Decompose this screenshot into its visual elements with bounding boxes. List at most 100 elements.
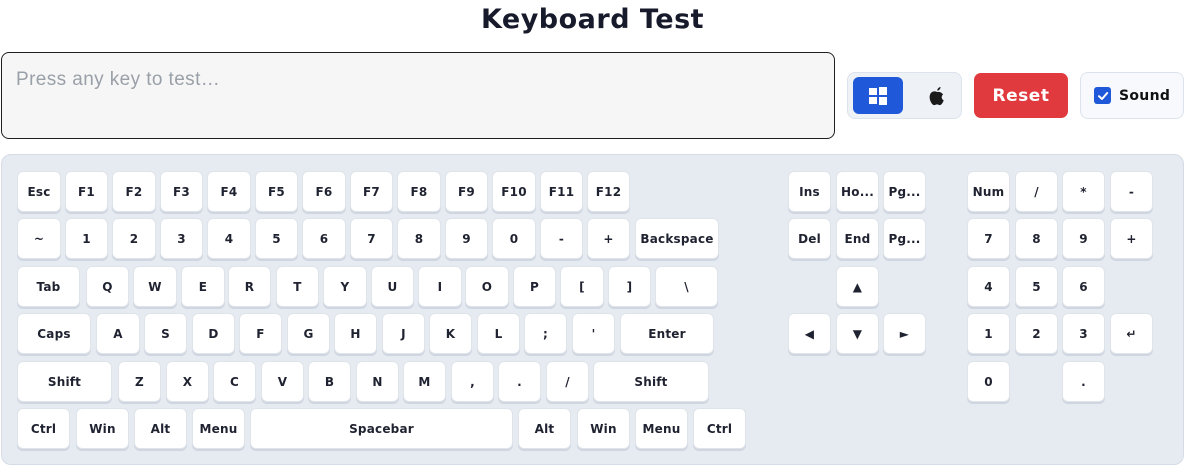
key-v[interactable]: V [261,361,304,402]
key-f8[interactable]: F8 [397,171,441,212]
numpad-key-0[interactable]: 0 [967,361,1010,402]
key-6[interactable]: 6 [302,218,346,259]
key-u[interactable]: U [371,266,414,307]
key-shift[interactable]: Shift [593,361,709,402]
key-w[interactable]: W [133,266,177,307]
key-symbol[interactable]: - [540,218,583,259]
numpad-key-3[interactable]: 3 [1062,313,1105,354]
key-0[interactable]: 0 [492,218,536,259]
key-k[interactable]: K [429,313,472,354]
nav-key-symbol[interactable]: ► [883,313,926,354]
key-j[interactable]: J [382,313,425,354]
key-i[interactable]: I [418,266,462,307]
key-s[interactable]: S [144,313,187,354]
key-m[interactable]: M [403,361,446,402]
numpad-key-symbol[interactable]: / [1015,171,1058,212]
key-e[interactable]: E [181,266,225,307]
numpad-key-symbol[interactable]: ↵ [1110,313,1153,354]
key-3[interactable]: 3 [160,218,203,259]
key-alt[interactable]: Alt [134,408,187,449]
key-a[interactable]: A [96,313,140,354]
key-symbol[interactable]: ; [524,313,567,354]
key-c[interactable]: C [213,361,256,402]
numpad-key-symbol[interactable]: - [1110,171,1153,212]
key-enter[interactable]: Enter [620,313,714,354]
key-symbol[interactable]: [ [560,266,604,307]
key-f6[interactable]: F6 [302,171,346,212]
key-x[interactable]: X [166,361,209,402]
key-win[interactable]: Win [76,408,129,449]
key-menu[interactable]: Menu [192,408,245,449]
key-symbol[interactable]: . [498,361,541,402]
numpad-key-6[interactable]: 6 [1062,266,1105,307]
key-f7[interactable]: F7 [350,171,393,212]
key-8[interactable]: 8 [397,218,441,259]
nav-key-del[interactable]: Del [788,218,831,259]
key-menu[interactable]: Menu [635,408,688,449]
key-ctrl[interactable]: Ctrl [17,408,70,449]
key-backspace[interactable]: Backspace [635,218,719,259]
reset-button[interactable]: Reset [974,73,1068,118]
sound-checkbox[interactable] [1094,87,1111,104]
key-5[interactable]: 5 [255,218,298,259]
key-win[interactable]: Win [577,408,630,449]
key-f[interactable]: F [239,313,282,354]
nav-key-pg[interactable]: Pg... [883,218,926,259]
nav-key-ho[interactable]: Ho... [836,171,879,212]
numpad-key-2[interactable]: 2 [1015,313,1058,354]
numpad-key-symbol[interactable]: + [1110,218,1153,259]
mac-os-button[interactable] [912,77,962,114]
numpad-key-1[interactable]: 1 [967,313,1010,354]
key-q[interactable]: Q [86,266,129,307]
key-7[interactable]: 7 [350,218,393,259]
key-z[interactable]: Z [118,361,161,402]
key-p[interactable]: P [513,266,556,307]
key-f1[interactable]: F1 [65,171,108,212]
key-b[interactable]: B [308,361,351,402]
windows-os-button[interactable] [853,77,903,114]
key-symbol[interactable]: ] [608,266,651,307]
key-f9[interactable]: F9 [445,171,488,212]
nav-key-symbol[interactable]: ▼ [836,313,879,354]
numpad-key-5[interactable]: 5 [1015,266,1058,307]
key-f10[interactable]: F10 [492,171,536,212]
key-o[interactable]: O [465,266,509,307]
key-esc[interactable]: Esc [17,171,61,212]
key-h[interactable]: H [334,313,377,354]
key-l[interactable]: L [477,313,520,354]
key-ctrl[interactable]: Ctrl [693,408,746,449]
key-f12[interactable]: F12 [587,171,630,212]
key-alt[interactable]: Alt [518,408,571,449]
key-f11[interactable]: F11 [540,171,583,212]
key-symbol[interactable]: / [546,361,589,402]
key-spacebar[interactable]: Spacebar [250,408,513,449]
key-r[interactable]: R [228,266,271,307]
key-1[interactable]: 1 [65,218,108,259]
numpad-key-7[interactable]: 7 [967,218,1010,259]
key-9[interactable]: 9 [445,218,488,259]
key-2[interactable]: 2 [112,218,156,259]
numpad-key-symbol[interactable]: * [1062,171,1105,212]
key-4[interactable]: 4 [207,218,251,259]
key-tab[interactable]: Tab [17,266,80,307]
key-n[interactable]: N [356,361,399,402]
numpad-key-4[interactable]: 4 [967,266,1010,307]
key-d[interactable]: D [192,313,235,354]
nav-key-ins[interactable]: Ins [788,171,831,212]
key-symbol[interactable]: \ [655,266,718,307]
key-f4[interactable]: F4 [207,171,251,212]
key-caps[interactable]: Caps [17,313,91,354]
key-t[interactable]: T [276,266,319,307]
numpad-key-symbol[interactable]: . [1062,361,1105,402]
key-f5[interactable]: F5 [255,171,298,212]
key-g[interactable]: G [287,313,330,354]
numpad-key-num[interactable]: Num [967,171,1010,212]
sound-toggle[interactable]: Sound [1080,72,1184,119]
numpad-key-8[interactable]: 8 [1015,218,1058,259]
key-symbol[interactable]: ~ [17,218,61,259]
nav-key-symbol[interactable]: ▲ [836,266,879,307]
key-symbol[interactable]: , [451,361,494,402]
nav-key-pg[interactable]: Pg... [883,171,926,212]
key-test-input[interactable]: Press any key to test… [1,52,835,139]
key-shift[interactable]: Shift [17,361,112,402]
